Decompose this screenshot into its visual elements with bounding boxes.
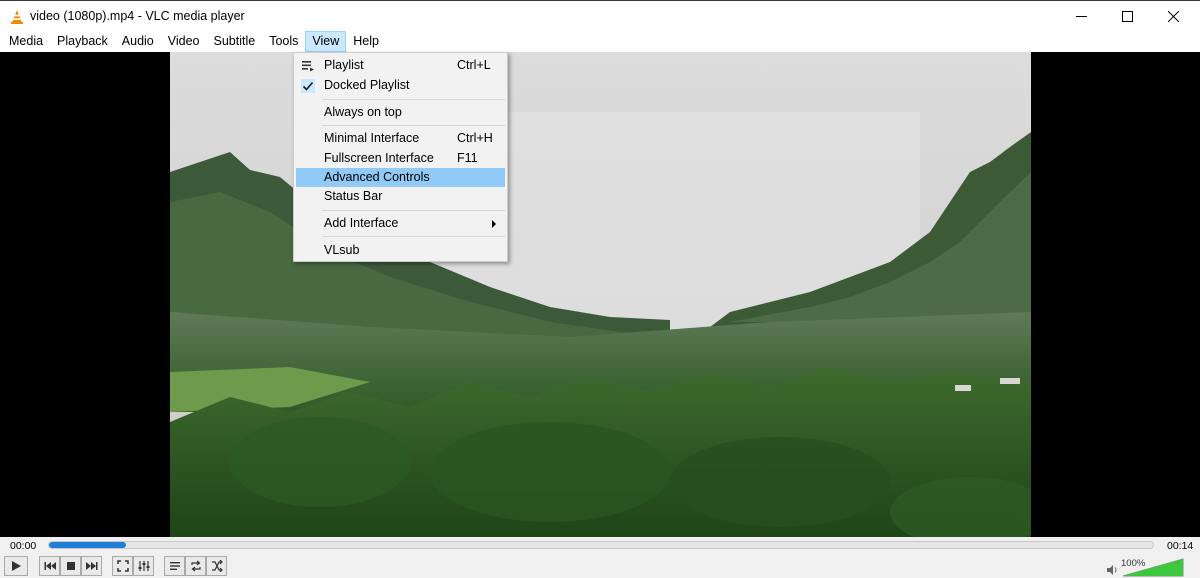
check-icon [301,79,315,93]
vlc-cone-icon [11,10,23,24]
shuffle-icon [211,560,223,572]
title-bar: video (1080p).mp4 - VLC media player [0,0,1200,31]
maximize-icon [1121,11,1133,22]
video-output[interactable] [0,52,1200,537]
extended-settings-icon [138,561,149,571]
close-button[interactable] [1150,1,1196,32]
speaker-icon[interactable] [1107,565,1119,575]
menu-separator [322,210,505,211]
menu-item-label: Status Bar [324,189,383,203]
extended-settings-button[interactable] [133,556,154,576]
view-menu-item-always-on-top[interactable]: Always on top [296,103,505,122]
volume-slider[interactable] [1122,558,1184,577]
minimize-icon [1075,16,1087,17]
menu-media[interactable]: Media [2,31,50,52]
maximize-button[interactable] [1104,1,1150,32]
menu-item-label: Advanced Controls [324,170,430,184]
menu-item-label: Fullscreen Interface [324,151,434,165]
menu-item-label: Always on top [324,105,402,119]
total-time[interactable]: 00:14 [1167,540,1193,552]
menu-item-label: Playlist [324,58,364,72]
menu-audio[interactable]: Audio [115,31,161,52]
stop-button[interactable] [60,556,81,576]
fullscreen-button[interactable] [112,556,133,576]
menu-playback[interactable]: Playback [50,31,115,52]
view-menu-dropdown: Playlist Ctrl+L Docked Playlist Always o… [293,52,508,262]
menu-item-label: Docked Playlist [324,78,410,92]
previous-button[interactable] [39,556,60,576]
minimize-button[interactable] [1058,1,1104,32]
loop-icon [190,560,201,572]
playlist-toggle-button[interactable] [164,556,185,576]
previous-icon [44,562,56,570]
view-menu-item-add-interface[interactable]: Add Interface [296,214,505,233]
view-menu-item-vlsub[interactable]: VLsub [296,241,505,260]
menu-bar: Media Playback Audio Video Subtitle Tool… [0,31,1200,52]
menu-help[interactable]: Help [346,31,386,52]
shuffle-button[interactable] [206,556,227,576]
loop-button[interactable] [185,556,206,576]
menu-item-shortcut: F11 [457,151,478,165]
next-button[interactable] [81,556,102,576]
view-menu-item-docked-playlist[interactable]: Docked Playlist [296,76,505,95]
view-menu-item-minimal-interface[interactable]: Minimal Interface Ctrl+H [296,129,505,148]
menu-separator [322,99,505,100]
menu-separator [322,236,505,237]
playlist-icon [302,61,314,72]
seek-slider[interactable] [48,541,1154,549]
view-menu-item-playlist[interactable]: Playlist Ctrl+L [296,56,505,75]
menu-item-shortcut: Ctrl+L [457,58,491,72]
play-button[interactable] [4,556,28,576]
playlist-toggle-icon [169,562,180,570]
menu-view[interactable]: View [305,31,347,52]
submenu-arrow-icon [492,220,496,228]
view-menu-item-fullscreen-interface[interactable]: Fullscreen Interface F11 [296,149,505,168]
close-icon [1167,11,1179,22]
menu-item-label: Add Interface [324,216,399,230]
menu-subtitle[interactable]: Subtitle [207,31,263,52]
fullscreen-icon [116,560,129,572]
window-title: video (1080p).mp4 - VLC media player [30,9,245,23]
stop-icon [66,562,75,570]
menu-item-shortcut: Ctrl+H [457,131,493,145]
menu-tools[interactable]: Tools [262,31,305,52]
menu-video[interactable]: Video [161,31,207,52]
next-icon [85,562,97,570]
view-menu-item-status-bar[interactable]: Status Bar [296,187,505,206]
view-menu-item-advanced-controls[interactable]: Advanced Controls [296,168,505,187]
play-icon [12,561,21,571]
menu-item-label: Minimal Interface [324,131,420,145]
seek-progress [49,542,127,548]
playback-controls: 00:00 00:14 100% [0,537,1200,578]
menu-separator [322,125,505,126]
elapsed-time: 00:00 [10,540,37,552]
menu-item-label: VLsub [324,243,360,257]
